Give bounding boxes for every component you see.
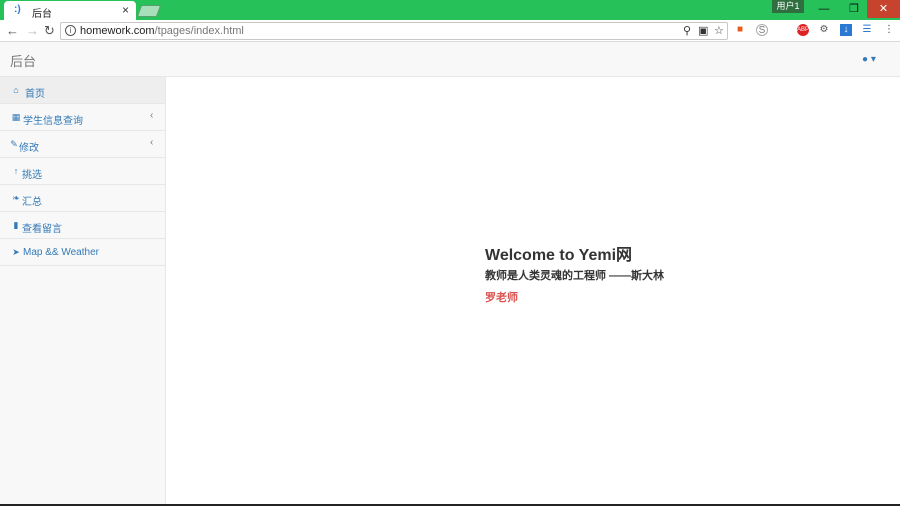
app-navbar: 后台 ● ▾ bbox=[0, 42, 900, 77]
teacher-name: 罗老师 bbox=[485, 292, 518, 304]
sidebar-item-label: 汇总 bbox=[22, 197, 42, 208]
welcome-heading: Welcome to Yemi网 bbox=[485, 247, 633, 264]
sidebar-item-label: 首页 bbox=[25, 89, 45, 100]
sidebar-item-map-weather[interactable]: ➤ Map && Weather bbox=[0, 239, 165, 266]
browser-toolbar: ← → ↻ i homework.com/tpages/index.html ⚲… bbox=[0, 20, 900, 42]
sidebar-item-home[interactable]: ⌂ 首页 bbox=[0, 77, 165, 104]
site-favicon-icon: :) bbox=[14, 4, 21, 15]
table-icon: ▦ bbox=[11, 112, 21, 122]
bookmark-star-icon[interactable]: ☆ bbox=[714, 25, 724, 38]
sidebar-item-select[interactable]: ↑ 挑选 bbox=[0, 158, 165, 185]
chevron-left-icon: ‹ bbox=[150, 137, 154, 148]
leaf-icon: ❧ bbox=[12, 193, 20, 203]
tab-title: 后台 bbox=[32, 9, 52, 20]
browser-user-badge[interactable]: 用户1 bbox=[772, 0, 804, 13]
browser-tab[interactable]: :) 后台 × bbox=[4, 1, 136, 20]
sidebar-item-messages[interactable]: ▮ 查看留言 bbox=[0, 212, 165, 239]
tab-close-icon[interactable]: × bbox=[122, 3, 129, 17]
sidebar-item-label: Map && Weather bbox=[23, 247, 99, 258]
translate-icon[interactable]: ▣ bbox=[698, 25, 708, 38]
book-icon: ▮ bbox=[13, 220, 19, 230]
page-info-icon[interactable]: i bbox=[65, 25, 76, 36]
window-close-icon[interactable]: ✕ bbox=[867, 0, 900, 18]
url-host: homework.com bbox=[80, 25, 155, 37]
user-icon: ● bbox=[862, 54, 869, 65]
window-restore-icon[interactable]: ❐ bbox=[839, 0, 869, 18]
office-extension-icon[interactable]: ■ bbox=[734, 24, 746, 36]
adblock-extension-icon[interactable]: ABP bbox=[797, 24, 809, 36]
key-icon[interactable]: ⚲ bbox=[683, 25, 691, 38]
pushpin-icon: ↑ bbox=[13, 166, 19, 176]
new-tab-button[interactable] bbox=[136, 5, 162, 17]
sidebar-item-label: 挑选 bbox=[22, 170, 42, 181]
back-arrow-icon[interactable]: ← bbox=[6, 23, 19, 39]
chevron-left-icon: ‹ bbox=[150, 110, 154, 121]
sidebar-item-edit[interactable]: ✎ 修改 ‹ bbox=[0, 131, 165, 158]
forward-arrow-icon[interactable]: → bbox=[26, 23, 39, 39]
brand-title[interactable]: 后台 bbox=[10, 51, 36, 70]
sidebar: ⌂ 首页 ▦ 学生信息查询 ‹ ✎ 修改 ‹ ↑ 挑选 ❧ 汇总 ▮ 查看留言 … bbox=[0, 77, 166, 506]
user-menu-dropdown[interactable]: ● ▾ bbox=[862, 54, 876, 65]
sidebar-item-student-info[interactable]: ▦ 学生信息查询 ‹ bbox=[0, 104, 165, 131]
main-content: Welcome to Yemi网 教师是人类灵魂的工程师 ——斯大林 罗老师 bbox=[166, 77, 900, 504]
skype-extension-icon[interactable]: S bbox=[756, 24, 768, 36]
sidebar-item-summary[interactable]: ❧ 汇总 bbox=[0, 185, 165, 212]
sidebar-item-label: 修改 bbox=[19, 143, 39, 154]
translate-extension-icon[interactable]: ☰ bbox=[861, 24, 873, 36]
url-path: /tpages/index.html bbox=[154, 25, 244, 37]
edit-icon: ✎ bbox=[10, 139, 18, 149]
settings-extension-icon[interactable]: ⚙ bbox=[818, 24, 830, 36]
browser-menu-icon[interactable]: ⋮ bbox=[883, 24, 895, 36]
quote-text: 教师是人类灵魂的工程师 ——斯大林 bbox=[485, 270, 665, 282]
location-arrow-icon: ➤ bbox=[12, 247, 20, 257]
reload-icon[interactable]: ↻ bbox=[44, 23, 55, 39]
address-bar[interactable]: i homework.com/tpages/index.html ⚲ ▣ ☆ bbox=[60, 22, 728, 40]
sidebar-item-label: 查看留言 bbox=[22, 224, 62, 235]
sidebar-item-label: 学生信息查询 bbox=[23, 116, 83, 127]
caret-down-icon: ▾ bbox=[870, 54, 876, 65]
download-extension-icon[interactable]: ↓ bbox=[840, 24, 852, 36]
url-text[interactable]: homework.com/tpages/index.html bbox=[80, 25, 244, 37]
window-minimize-icon[interactable]: — bbox=[809, 0, 839, 18]
browser-titlebar: :) 后台 × 用户1 — ❐ ✕ bbox=[0, 0, 900, 20]
home-icon: ⌂ bbox=[13, 85, 19, 95]
